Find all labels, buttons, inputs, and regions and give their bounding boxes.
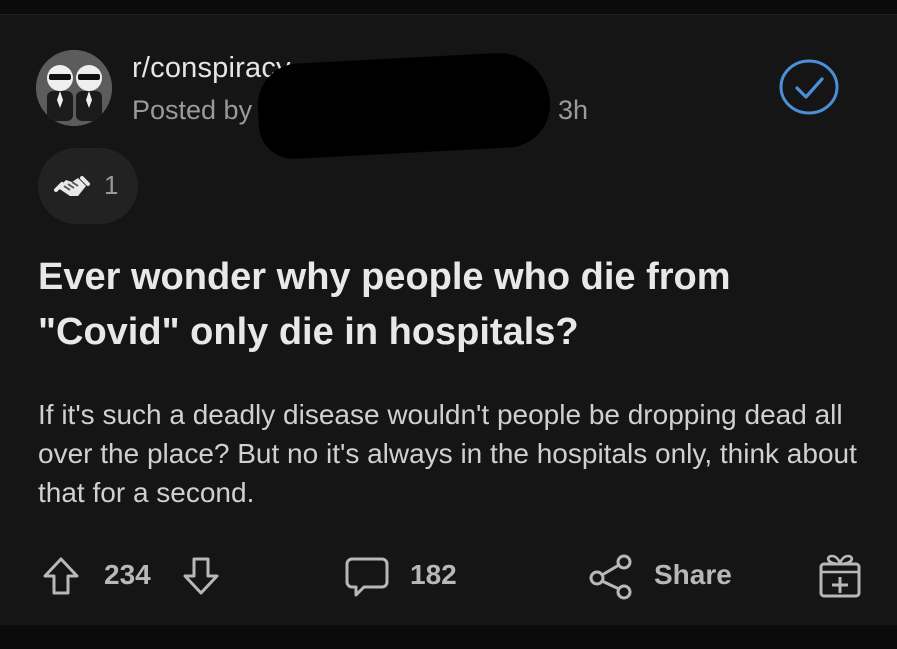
give-award-button[interactable] xyxy=(812,550,868,602)
comment-bubble-icon xyxy=(344,556,390,603)
post-body: If it's such a deadly disease wouldn't p… xyxy=(38,399,857,508)
downvote-arrow-icon[interactable] xyxy=(182,556,220,601)
bottom-divider xyxy=(0,625,897,649)
avatar-image xyxy=(36,50,112,126)
award-badge[interactable]: 1 xyxy=(38,148,138,224)
upvote-arrow-icon[interactable] xyxy=(42,556,80,601)
join-check-icon[interactable] xyxy=(778,58,840,116)
handshake-award-icon xyxy=(52,166,92,206)
comments-button[interactable]: 182 xyxy=(342,550,482,602)
share-icon xyxy=(588,554,638,605)
vote-score: 234 xyxy=(104,559,151,590)
vote-group: 234 xyxy=(36,550,236,602)
redacted-username xyxy=(255,50,553,161)
award-count: 1 xyxy=(104,170,119,200)
gift-award-icon xyxy=(816,552,864,605)
post-time: 3h xyxy=(558,95,589,125)
post-title[interactable]: Ever wonder why people who die from "Cov… xyxy=(38,250,858,360)
posted-by-label: Posted by xyxy=(132,95,253,125)
subreddit-avatar[interactable] xyxy=(36,50,112,126)
comment-count: 182 xyxy=(410,559,457,590)
share-button[interactable]: Share xyxy=(588,550,748,602)
share-label: Share xyxy=(654,559,732,590)
